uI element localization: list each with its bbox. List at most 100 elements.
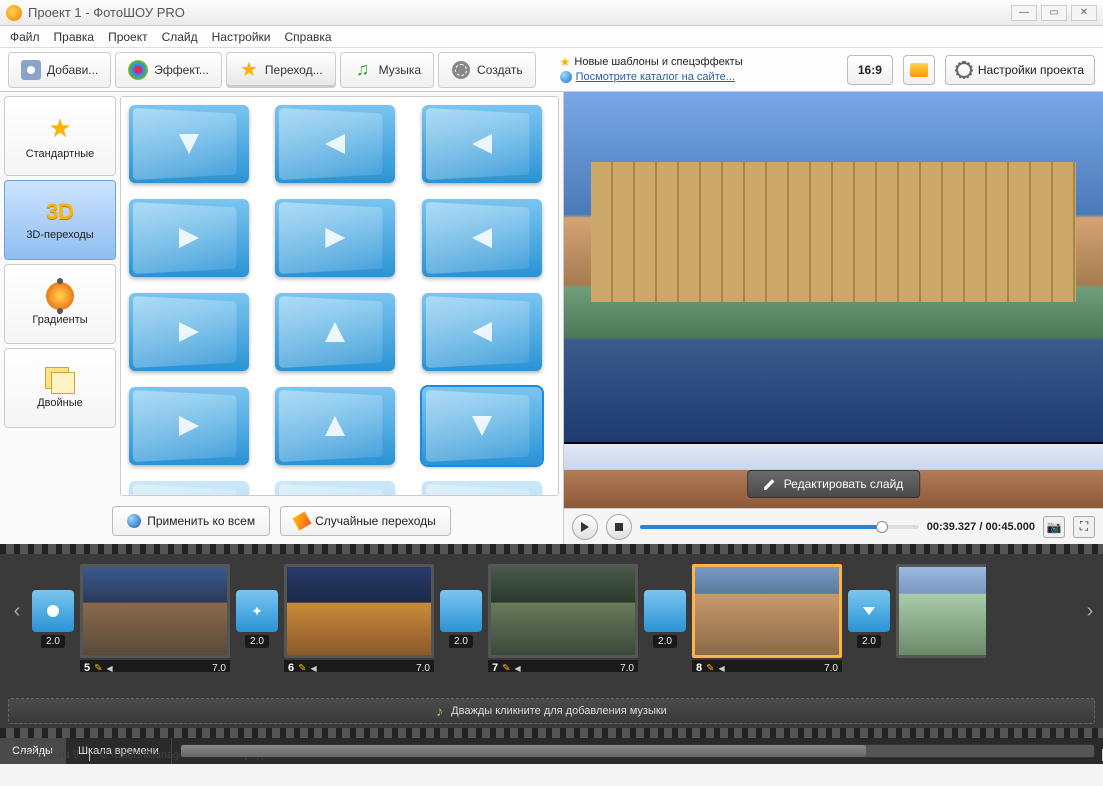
stop-button[interactable]: [606, 514, 632, 540]
wand-icon: [293, 511, 312, 530]
globe-icon: [560, 71, 572, 83]
random-button[interactable]: Случайные переходы: [280, 506, 451, 536]
transition-thumb[interactable]: 2.0: [440, 590, 482, 632]
transition-item[interactable]: [275, 387, 395, 465]
transition-item[interactable]: [275, 293, 395, 371]
settings-label: Настройки проекта: [978, 63, 1084, 77]
menu-slide[interactable]: Слайд: [162, 30, 198, 44]
close-button[interactable]: ✕: [1071, 5, 1097, 21]
category-standard-label: Стандартные: [26, 148, 95, 160]
menu-edit[interactable]: Правка: [54, 30, 95, 44]
category-standard[interactable]: ★ Стандартные: [4, 96, 116, 176]
transition-item[interactable]: [422, 481, 542, 496]
timeline-slide[interactable]: 9✎◀: [896, 564, 986, 658]
transition-item[interactable]: [129, 387, 249, 465]
category-double[interactable]: Двойные: [4, 348, 116, 428]
edit-icon[interactable]: ✎: [706, 663, 714, 673]
transition-item[interactable]: [422, 199, 542, 277]
transition-item[interactable]: [275, 481, 395, 496]
ball-icon: [127, 514, 141, 528]
timeline-slide[interactable]: 7✎◀7.0: [488, 564, 638, 658]
transition-item[interactable]: [129, 199, 249, 277]
transition-item[interactable]: [422, 105, 542, 183]
note-icon: ♪: [436, 703, 443, 719]
slide-number: 6: [288, 662, 294, 672]
category-3d-label: 3D-переходы: [26, 229, 93, 241]
scrollbar-thumb[interactable]: [181, 745, 866, 757]
timeline-slide[interactable]: 5✎◀7.0: [80, 564, 230, 658]
app-logo-icon: [6, 5, 22, 21]
timeline-scrollbar[interactable]: [180, 744, 1095, 758]
play-button[interactable]: [572, 514, 598, 540]
hint-catalog-link[interactable]: Посмотрите каталог на сайте...: [576, 70, 735, 85]
transitions-grid[interactable]: [120, 96, 559, 496]
slide-number: 5: [84, 662, 90, 672]
prev-icon[interactable]: ◀: [719, 664, 725, 673]
slide-duration: 7.0: [212, 663, 226, 673]
seek-knob[interactable]: [876, 521, 888, 533]
transition-duration: 2.0: [449, 635, 473, 648]
apply-all-button[interactable]: Применить ко всем: [112, 506, 270, 536]
slide-strip[interactable]: ‹ 2.0 5✎◀7.0 ✦2.0 6✎◀7.0 2.0 7✎◀7.0 2.0 …: [0, 550, 1103, 672]
transitions-panel: ★ Стандартные 3D 3D-переходы Градиенты Д…: [0, 92, 564, 544]
transition-thumb[interactable]: 2.0: [32, 590, 74, 632]
background-button[interactable]: [903, 55, 935, 85]
transition-thumb[interactable]: 2.0: [848, 590, 890, 632]
menu-settings[interactable]: Настройки: [212, 30, 271, 44]
prev-icon[interactable]: ◀: [515, 664, 521, 673]
category-3d[interactable]: 3D 3D-переходы: [4, 180, 116, 260]
tab-effects[interactable]: Эффект...: [115, 52, 222, 88]
prev-icon[interactable]: ◀: [107, 664, 113, 673]
hint-templates: Новые шаблоны и спецэффекты: [574, 55, 742, 70]
prev-icon[interactable]: ◀: [311, 664, 317, 673]
toolbar: Добави... Эффект... ★Переход... ♫Музыка …: [0, 48, 1103, 92]
fullscreen-button[interactable]: ⛶: [1073, 516, 1095, 538]
maximize-button[interactable]: ▭: [1041, 5, 1067, 21]
slide-duration: 7.0: [620, 663, 634, 673]
transition-item[interactable]: [129, 293, 249, 371]
menu-help[interactable]: Справка: [284, 30, 331, 44]
transition-item[interactable]: [275, 199, 395, 277]
transition-item[interactable]: [422, 293, 542, 371]
tab-add-label: Добави...: [47, 63, 98, 77]
category-column: ★ Стандартные 3D 3D-переходы Градиенты Д…: [4, 96, 116, 496]
category-gradients[interactable]: Градиенты: [4, 264, 116, 344]
edit-icon[interactable]: ✎: [94, 663, 102, 673]
menu-file[interactable]: Файл: [10, 30, 40, 44]
slide-duration: 7.0: [416, 663, 430, 673]
timeline-slide[interactable]: 6✎◀7.0: [284, 564, 434, 658]
gear-icon: [956, 62, 972, 78]
preview-panel: Редактировать слайд 00:39.327 / 00:45.00…: [564, 92, 1103, 544]
transition-item[interactable]: [422, 387, 542, 465]
double-category-icon: [45, 367, 75, 393]
ratio-label: 16:9: [858, 63, 882, 77]
music-track[interactable]: ♪ Дважды кликните для добавления музыки: [8, 698, 1095, 724]
edit-slide-label: Редактировать слайд: [784, 477, 904, 491]
strip-prev-button[interactable]: ‹: [8, 596, 26, 626]
timeline-slide[interactable]: 8✎◀7.0: [692, 564, 842, 658]
aspect-ratio-button[interactable]: 16:9: [847, 55, 893, 85]
transition-item[interactable]: [275, 105, 395, 183]
edit-slide-button[interactable]: Редактировать слайд: [747, 470, 921, 498]
transition-item[interactable]: [129, 481, 249, 496]
seek-bar[interactable]: [640, 525, 919, 529]
project-settings-button[interactable]: Настройки проекта: [945, 55, 1095, 85]
star-category-icon: ★: [48, 113, 71, 144]
window-title: Проект 1 - ФотоШОУ PRO: [28, 5, 1005, 20]
strip-next-button[interactable]: ›: [1081, 596, 1099, 626]
edit-icon[interactable]: ✎: [298, 663, 306, 673]
transition-thumb[interactable]: ✦2.0: [236, 590, 278, 632]
edit-icon[interactable]: ✎: [502, 663, 510, 673]
time-display: 00:39.327 / 00:45.000: [927, 521, 1035, 533]
tab-transitions[interactable]: ★Переход...: [226, 52, 336, 88]
menu-project[interactable]: Проект: [108, 30, 148, 44]
star-icon: ★: [239, 60, 259, 80]
minimize-button[interactable]: —: [1011, 5, 1037, 21]
transition-thumb[interactable]: 2.0: [644, 590, 686, 632]
tab-add[interactable]: Добави...: [8, 52, 111, 88]
tab-create[interactable]: Создать: [438, 52, 536, 88]
tab-music[interactable]: ♫Музыка: [340, 52, 434, 88]
snapshot-button[interactable]: 📷: [1043, 516, 1065, 538]
transition-duration: 2.0: [41, 635, 65, 648]
transition-item[interactable]: [129, 105, 249, 183]
